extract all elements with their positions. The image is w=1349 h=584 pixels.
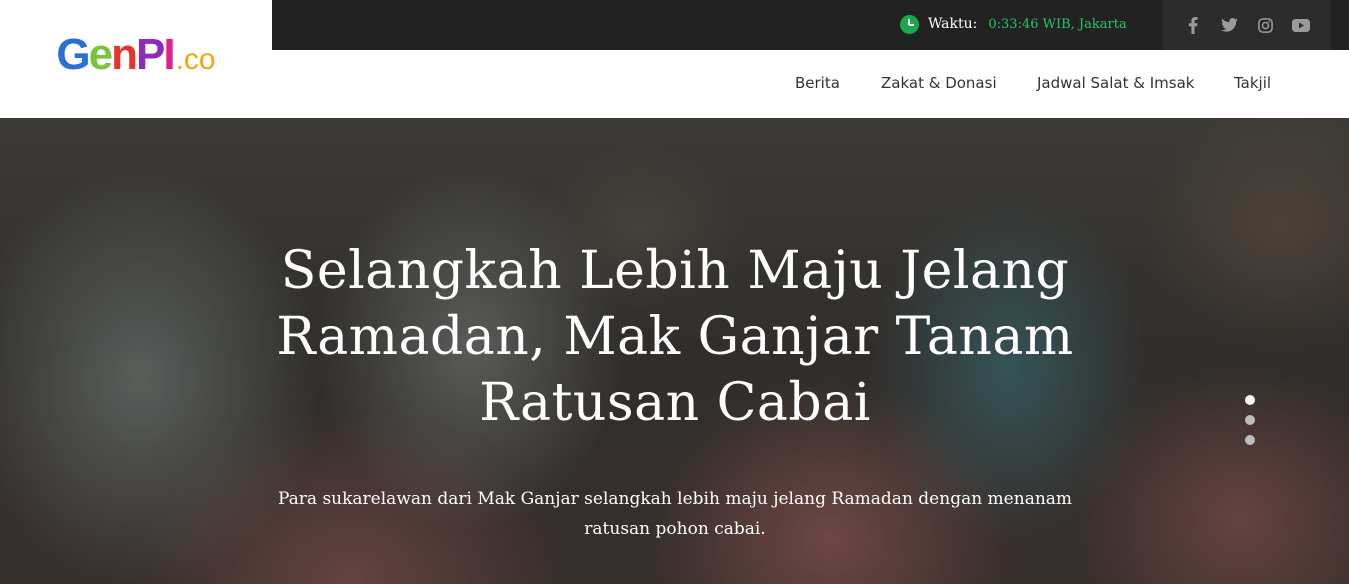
clock-icon: [900, 14, 919, 34]
slider-dot[interactable]: [1245, 415, 1255, 425]
logo-letter: n: [111, 30, 138, 79]
logo-domain: .co: [175, 43, 216, 76]
nav-item-takjil[interactable]: Takjil: [1234, 74, 1271, 92]
slider-dot[interactable]: [1245, 435, 1255, 445]
logo-container[interactable]: G e n P I .co: [0, 0, 272, 118]
facebook-icon[interactable]: [1184, 16, 1202, 34]
social-links: [1163, 0, 1331, 50]
main-nav: Berita Zakat & Donasi Jadwal Salat & Ims…: [272, 50, 1349, 118]
nav-item-zakat-donasi[interactable]: Zakat & Donasi: [881, 74, 997, 92]
time-display: Waktu: 0:33:46 WIB, Jakarta: [900, 13, 1127, 35]
hero-title[interactable]: Selangkah Lebih Maju Jelang Ramadan, Mak…: [260, 238, 1090, 436]
top-bar: Waktu: 0:33:46 WIB, Jakarta: [272, 0, 1349, 50]
time-label: Waktu:: [928, 16, 978, 32]
nav-item-berita[interactable]: Berita: [795, 74, 840, 92]
time-value: 0:33:46 WIB, Jakarta: [988, 16, 1127, 32]
logo-letter: P: [135, 30, 165, 79]
logo-letter: I: [163, 30, 175, 79]
hero-description: Para sukarelawan dari Mak Ganjar selangk…: [277, 489, 1073, 539]
logo-letter: e: [88, 30, 114, 79]
youtube-icon[interactable]: [1292, 16, 1310, 34]
logo-letter: G: [56, 30, 90, 79]
slider-dot[interactable]: [1245, 395, 1255, 405]
slider-pagination: [1245, 395, 1255, 455]
nav-item-jadwal-salat[interactable]: Jadwal Salat & Imsak: [1037, 74, 1194, 92]
genpi-logo[interactable]: G e n P I .co: [56, 33, 215, 77]
instagram-icon[interactable]: [1256, 16, 1274, 34]
hero-slider[interactable]: Selangkah Lebih Maju Jelang Ramadan, Mak…: [0, 118, 1349, 584]
twitter-icon[interactable]: [1220, 16, 1238, 34]
